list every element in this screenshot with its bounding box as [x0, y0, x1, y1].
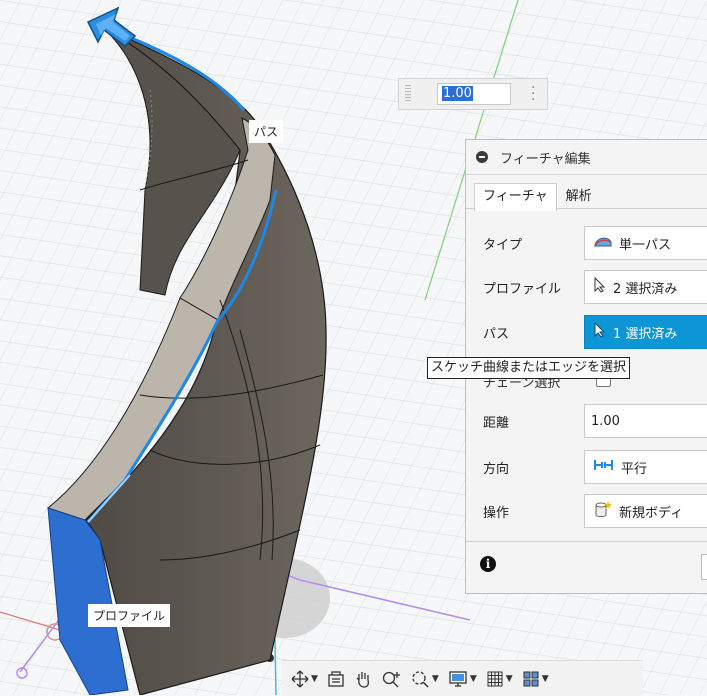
- type-row: タイプ 単一パス: [466, 222, 707, 262]
- viewports-icon[interactable]: ▼: [519, 665, 552, 693]
- cursor-select-icon: [593, 276, 607, 297]
- direction-dropdown[interactable]: 平行: [584, 450, 707, 484]
- distance-row: 距離 1.00: [466, 400, 707, 440]
- distance-label: 距離: [483, 416, 510, 431]
- profile-row-label: プロファイル: [483, 282, 562, 297]
- distance-value-input[interactable]: 1.00: [437, 83, 511, 105]
- operation-row: 操作 新規ボディ: [466, 490, 707, 530]
- operation-label: 操作: [483, 506, 510, 521]
- profile-label: プロファイル: [88, 604, 171, 627]
- path-label: パス: [249, 120, 284, 143]
- tab-feature[interactable]: フィーチャ: [474, 183, 557, 211]
- navigation-toolbar: ▼ ▼ ▼ ▼ ▼: [282, 660, 643, 696]
- tab-analysis[interactable]: 解析: [557, 183, 601, 210]
- path-select-button[interactable]: 1 選択済み: [584, 315, 707, 349]
- ok-button[interactable]: [701, 554, 707, 580]
- more-options-icon[interactable]: · · ·: [531, 81, 535, 107]
- orbit-icon[interactable]: ▼: [288, 665, 321, 693]
- grid-icon[interactable]: ▼: [483, 665, 516, 693]
- panel-tabs: フィーチャ 解析: [466, 175, 707, 211]
- path-row: パス 1 選択済み: [466, 311, 707, 351]
- cursor-select-icon: [593, 321, 607, 342]
- drag-grip-icon[interactable]: [405, 85, 411, 103]
- fit-icon[interactable]: ▼: [407, 665, 442, 693]
- panel-header[interactable]: フィーチャ編集: [466, 140, 707, 175]
- pan-icon[interactable]: [351, 665, 375, 693]
- info-icon[interactable]: i: [480, 556, 496, 572]
- profile-row: プロファイル 2 選択済み: [466, 266, 707, 306]
- display-settings-icon[interactable]: ▼: [445, 665, 480, 693]
- parallel-icon: [593, 458, 615, 476]
- zoom-icon[interactable]: [378, 665, 404, 693]
- type-dropdown[interactable]: 単一パス: [584, 226, 707, 260]
- collapse-icon[interactable]: [476, 151, 488, 163]
- path-row-label: パス: [483, 327, 510, 342]
- single-path-icon: [593, 234, 613, 252]
- capture-position-icon[interactable]: [324, 665, 348, 693]
- distance-manipulator: 1.00 · · ·: [398, 78, 548, 110]
- operation-dropdown[interactable]: 新規ボディ: [584, 494, 707, 528]
- distance-input[interactable]: 1.00: [584, 404, 707, 438]
- direction-label: 方向: [483, 462, 510, 477]
- profile-select-button[interactable]: 2 選択済み: [584, 270, 707, 304]
- panel-title: フィーチャ編集: [500, 151, 591, 167]
- selection-tooltip: スケッチ曲線またはエッジを選択: [427, 357, 631, 379]
- type-label: タイプ: [483, 238, 523, 253]
- direction-row: 方向 平行: [466, 446, 707, 486]
- new-body-icon: [593, 500, 613, 522]
